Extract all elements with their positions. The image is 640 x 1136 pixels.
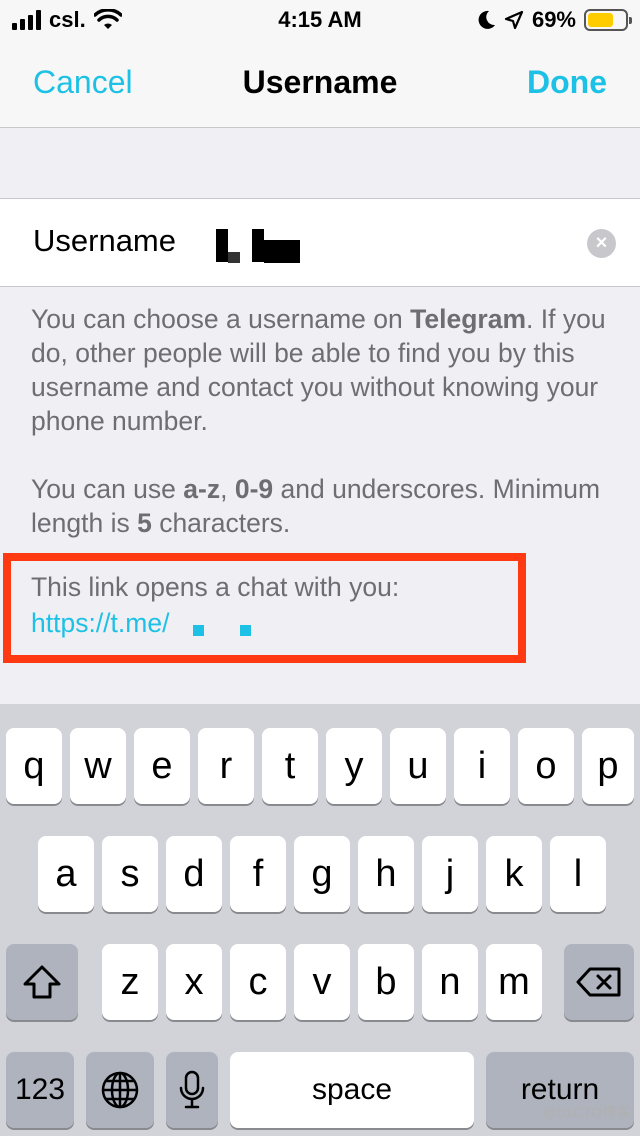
dictation-key[interactable]: [166, 1052, 218, 1128]
key-a[interactable]: a: [38, 836, 94, 912]
globe-icon: [101, 1071, 139, 1109]
key-g[interactable]: g: [294, 836, 350, 912]
microphone-icon: [179, 1070, 205, 1109]
key-m[interactable]: m: [486, 944, 542, 1020]
done-button[interactable]: Done: [527, 64, 607, 101]
key-o[interactable]: o: [518, 728, 574, 804]
key-c[interactable]: c: [230, 944, 286, 1020]
space-key[interactable]: space: [230, 1052, 474, 1128]
key-b[interactable]: b: [358, 944, 414, 1020]
key-f[interactable]: f: [230, 836, 286, 912]
battery-percent: 69%: [531, 7, 576, 32]
backspace-key[interactable]: [564, 944, 634, 1020]
key-v[interactable]: v: [294, 944, 350, 1020]
key-e[interactable]: e: [134, 728, 190, 804]
key-w[interactable]: w: [70, 728, 126, 804]
key-y[interactable]: y: [326, 728, 382, 804]
moon-icon: [478, 10, 495, 29]
username-row: Username: [0, 198, 640, 287]
key-l[interactable]: l: [550, 836, 606, 912]
location-arrow-icon: [504, 10, 524, 30]
help-text-2: You can use a-z, 0-9 and underscores. Mi…: [31, 474, 601, 538]
navigation-bar: Cancel Username Done: [0, 40, 640, 128]
clear-input-icon[interactable]: ×: [587, 229, 616, 258]
key-q[interactable]: q: [6, 728, 62, 804]
battery-fill: [588, 13, 613, 27]
watermark: @51CTO博客: [542, 1104, 630, 1120]
numbers-key[interactable]: 123: [6, 1052, 74, 1128]
key-t[interactable]: t: [262, 728, 318, 804]
key-x[interactable]: x: [166, 944, 222, 1020]
globe-key[interactable]: [86, 1052, 154, 1128]
key-n[interactable]: n: [422, 944, 478, 1020]
key-d[interactable]: d: [166, 836, 222, 912]
key-s[interactable]: s: [102, 836, 158, 912]
key-k[interactable]: k: [486, 836, 542, 912]
keyboard: q w e r t y u i o p a s d f g h j k l z …: [0, 704, 640, 1136]
status-bar: csl. 4:15 AM 69%: [0, 0, 640, 40]
battery-icon: [584, 9, 632, 31]
username-label: Username: [33, 223, 176, 258]
key-h[interactable]: h: [358, 836, 414, 912]
help-text-1: You can choose a username on Telegram. I…: [31, 304, 606, 436]
shift-key[interactable]: [6, 944, 78, 1020]
backspace-icon: [576, 967, 621, 997]
key-i[interactable]: i: [454, 728, 510, 804]
key-u[interactable]: u: [390, 728, 446, 804]
key-j[interactable]: j: [422, 836, 478, 912]
status-right: 69%: [476, 7, 632, 33]
highlight-annotation: [3, 553, 526, 663]
shift-icon: [23, 965, 61, 999]
key-z[interactable]: z: [102, 944, 158, 1020]
key-r[interactable]: r: [198, 728, 254, 804]
key-p[interactable]: p: [582, 728, 634, 804]
